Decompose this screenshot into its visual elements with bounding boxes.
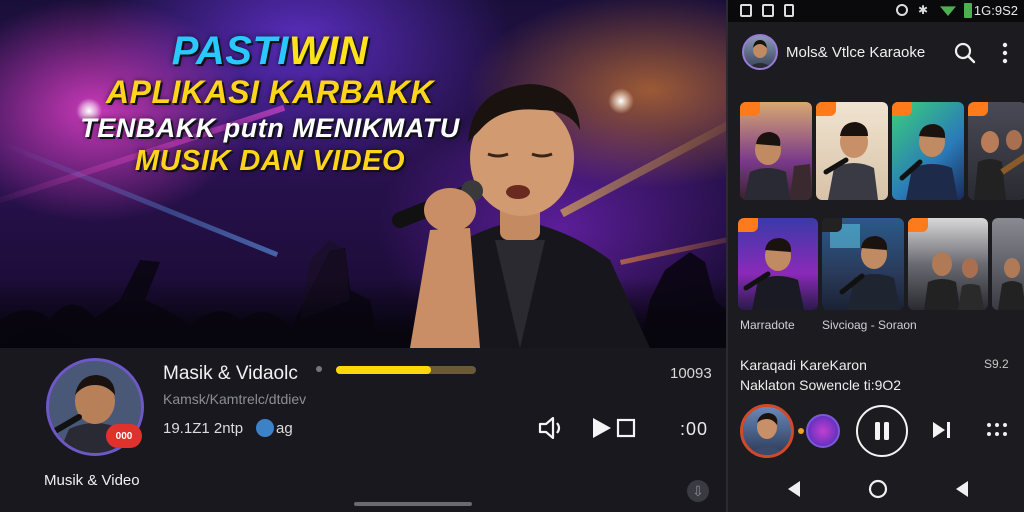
status-bar: ✱ 1G:9S2: [728, 0, 1024, 22]
row-caption: Marradote: [740, 318, 795, 332]
track-meta-tail: ag: [276, 420, 293, 437]
system-nav-bar: [728, 466, 1024, 512]
pause-button[interactable]: [856, 405, 908, 457]
hero-title-line1: PASTIWIN: [171, 29, 369, 73]
hero-banner: PASTIWIN APLIKASI KARBAKK TENBAKK putn M…: [0, 0, 726, 348]
hero-title-line4: MUSIK DAN VIDEO: [134, 144, 406, 177]
track-time: 10093: [670, 365, 712, 382]
progress-bar[interactable]: [336, 366, 476, 374]
live-badge: 000: [106, 424, 142, 448]
row-caption: Sivcioag - Soraon: [822, 318, 917, 332]
track-meta: 19.1Z1 2ntp: [163, 420, 244, 437]
profile-avatar[interactable]: [742, 34, 778, 70]
stop-icon[interactable]: [616, 418, 636, 438]
video-thumbnail[interactable]: [892, 102, 964, 200]
indicator-dot: [798, 428, 804, 434]
app-title: Mols& Vtlce Karaoke: [786, 44, 926, 61]
wifi-icon: [940, 6, 956, 16]
battery-icon: [964, 3, 972, 18]
hero-title: PASTIWIN APLIKASI KARBAKK TENBAKK putn M…: [60, 30, 480, 176]
volume-icon[interactable]: [538, 417, 564, 439]
video-thumbnail[interactable]: [740, 102, 812, 200]
track-title: Masik & Vidaolc: [163, 363, 298, 384]
video-thumbnail[interactable]: [968, 102, 1024, 200]
progress-fill: [336, 366, 432, 374]
play-icon[interactable]: [591, 416, 613, 440]
hero-title-line2: APLIKASI KARBAKK: [106, 74, 434, 110]
grid-icon[interactable]: [986, 420, 1008, 440]
skip-next-icon[interactable]: [930, 418, 954, 442]
recents-icon[interactable]: [954, 480, 970, 498]
phone-app: ✱ 1G:9S2 Mols& Vtlce Karaoke Marradote S…: [726, 0, 1024, 512]
track-subtitle: Kamsk/Kamtrelc/dtdiev: [163, 391, 307, 407]
video-thumbnail[interactable]: [816, 102, 888, 200]
more-options-button[interactable]: :00: [680, 419, 708, 440]
separator-dot: [316, 366, 322, 372]
app-bar: Mols& Vtlce Karaoke: [728, 22, 1024, 84]
now-playing-avatar[interactable]: [740, 404, 794, 458]
notification-icon: [762, 4, 774, 17]
home-icon[interactable]: [868, 479, 888, 499]
download-icon[interactable]: ⇩: [687, 480, 709, 502]
search-icon[interactable]: [954, 42, 976, 64]
video-thumbnail[interactable]: [992, 218, 1024, 310]
back-icon[interactable]: [786, 480, 802, 498]
video-thumbnail[interactable]: [908, 218, 988, 310]
hero-title-line3: TENBAKK putn MENIKMATU: [80, 112, 460, 143]
more-vert-icon[interactable]: [1002, 42, 1008, 64]
now-playing-title: Karaqadi KareKaron: [740, 357, 867, 373]
video-thumbnail[interactable]: [738, 218, 818, 310]
video-thumbnail[interactable]: [822, 218, 904, 310]
avatar-caption: Musik & Video: [44, 472, 140, 489]
now-playing-subtitle: Naklaton Sowencle ti:9O2: [740, 377, 902, 393]
notification-icon: [740, 4, 752, 17]
status-time: 1G:9S2: [973, 3, 1018, 18]
alarm-icon: [896, 4, 908, 16]
now-playing-value: S9.2: [984, 357, 1009, 371]
notification-icon: [784, 4, 794, 17]
screen: PASTIWIN APLIKASI KARBAKK TENBAKK putn M…: [0, 0, 1024, 512]
bluetooth-icon: ✱: [917, 3, 928, 17]
album-disc[interactable]: [806, 414, 840, 448]
pause-icon: [875, 422, 889, 440]
globe-icon: [256, 419, 274, 437]
home-indicator: [354, 502, 472, 506]
